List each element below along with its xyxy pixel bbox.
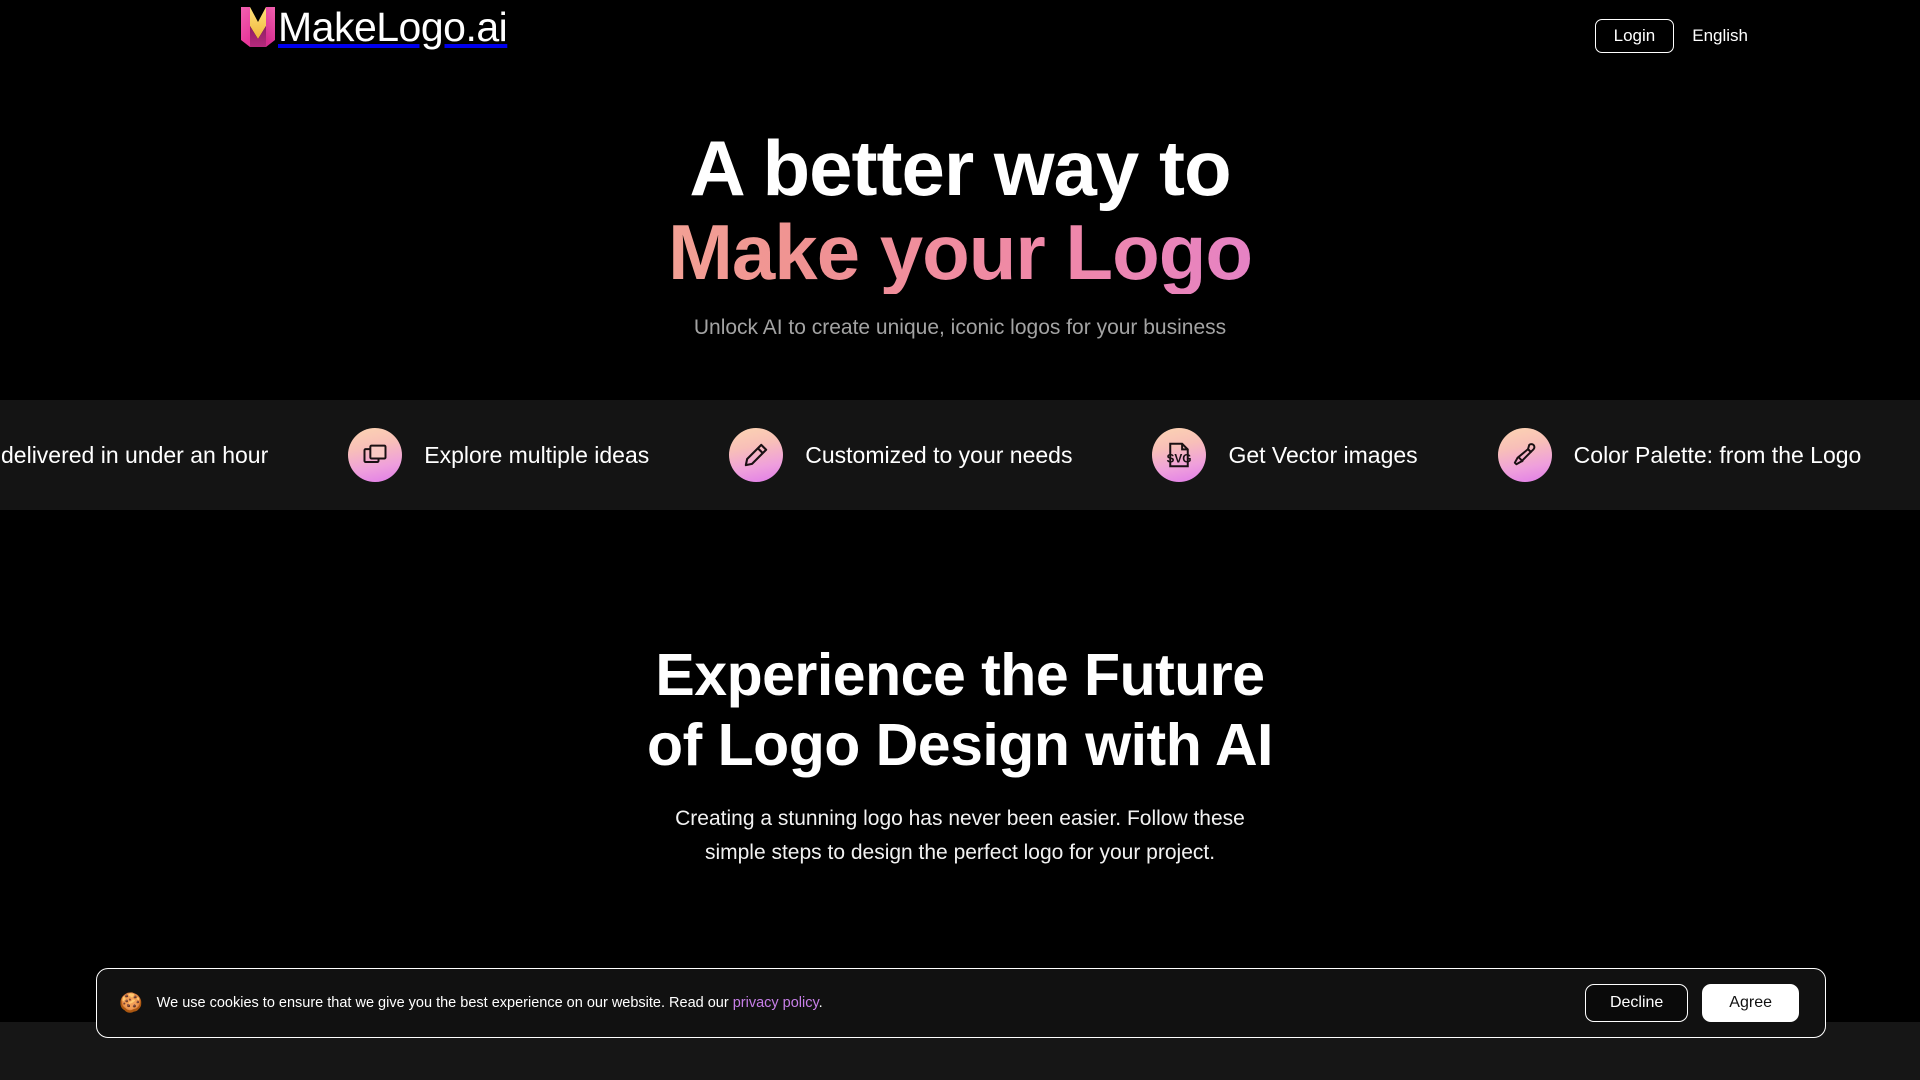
experience-section: Experience the Future of Logo Design wit… — [0, 510, 1920, 980]
eyedropper-icon — [1497, 428, 1552, 482]
feature-ticker-track[interactable]: delivered in under an hour Explore multi… — [0, 400, 1920, 510]
svg-text:SVG: SVG — [1167, 452, 1192, 466]
cookie-text-after: . — [818, 994, 823, 1011]
page-root: MakeLogo.ai Login English A better way t… — [0, 0, 1920, 1080]
hero-headline-line2: Make your Logo — [0, 210, 1920, 294]
ticker-item[interactable]: Color Palette: from the Logo — [1458, 400, 1902, 510]
feature-ticker-band: delivered in under an hour Explore multi… — [0, 400, 1920, 510]
brand-logo-link[interactable]: MakeLogo.ai — [240, 4, 508, 50]
decline-button[interactable]: Decline — [1584, 984, 1689, 1022]
section-paragraph-line1: Creating a stunning logo has never been … — [675, 807, 1245, 830]
cookie-actions: Decline Agree — [1584, 984, 1799, 1022]
ticker-item[interactable]: delivered in under an hour — [0, 400, 308, 510]
login-button[interactable]: Login — [1594, 19, 1675, 53]
cookie-text: We use cookies to ensure that we give yo… — [157, 994, 823, 1013]
cookie-message: 🍪 We use cookies to ensure that we give … — [119, 994, 1585, 1013]
layers-copy-icon — [348, 428, 403, 482]
brand-name: MakeLogo.ai — [278, 4, 508, 50]
privacy-policy-link[interactable]: privacy policy — [733, 995, 819, 1011]
cookie-text-before: We use cookies to ensure that we give yo… — [156, 994, 733, 1011]
pencil-edit-icon — [729, 428, 784, 482]
site-header: MakeLogo.ai Login English — [0, 0, 1920, 72]
section-heading: Experience the Future of Logo Design wit… — [0, 640, 1920, 780]
ticker-item-label: Color Palette: from the Logo — [1573, 441, 1862, 468]
ticker-item-label: Customized to your needs — [805, 441, 1073, 468]
ticker-item[interactable]: Customized to your needs — [689, 400, 1112, 510]
hero-subheadline: Unlock AI to create unique, iconic logos… — [693, 316, 1227, 339]
hero-headline: A better way to Make your Logo — [0, 126, 1920, 294]
section-paragraph-line2: simple steps to design the perfect logo … — [704, 841, 1216, 864]
ticker-item[interactable]: A — [1901, 400, 1920, 510]
ticker-item-label: delivered in under an hour — [1, 441, 269, 468]
section-heading-line2: of Logo Design with AI — [647, 712, 1273, 778]
ticker-item-label: Get Vector images — [1228, 441, 1418, 468]
header-actions: Login English — [1594, 0, 1752, 72]
hero-section: A better way to Make your Logo Unlock AI… — [0, 72, 1920, 400]
ticker-item[interactable]: SVG Get Vector images — [1112, 400, 1457, 510]
makelogo-m-mark-icon — [240, 6, 276, 48]
language-selector[interactable]: English — [1688, 20, 1752, 52]
section-paragraph: Creating a stunning logo has never been … — [0, 802, 1920, 870]
ticker-item[interactable]: Explore multiple ideas — [308, 400, 689, 510]
hero-headline-line1: A better way to — [689, 124, 1231, 212]
svg-file-icon: SVG — [1152, 428, 1207, 482]
agree-button[interactable]: Agree — [1702, 984, 1799, 1022]
cookie-icon: 🍪 — [119, 992, 143, 1014]
cookie-consent-banner: 🍪 We use cookies to ensure that we give … — [96, 968, 1826, 1038]
section-heading-line1: Experience the Future — [655, 642, 1265, 708]
ticker-item-label: Explore multiple ideas — [424, 441, 650, 468]
